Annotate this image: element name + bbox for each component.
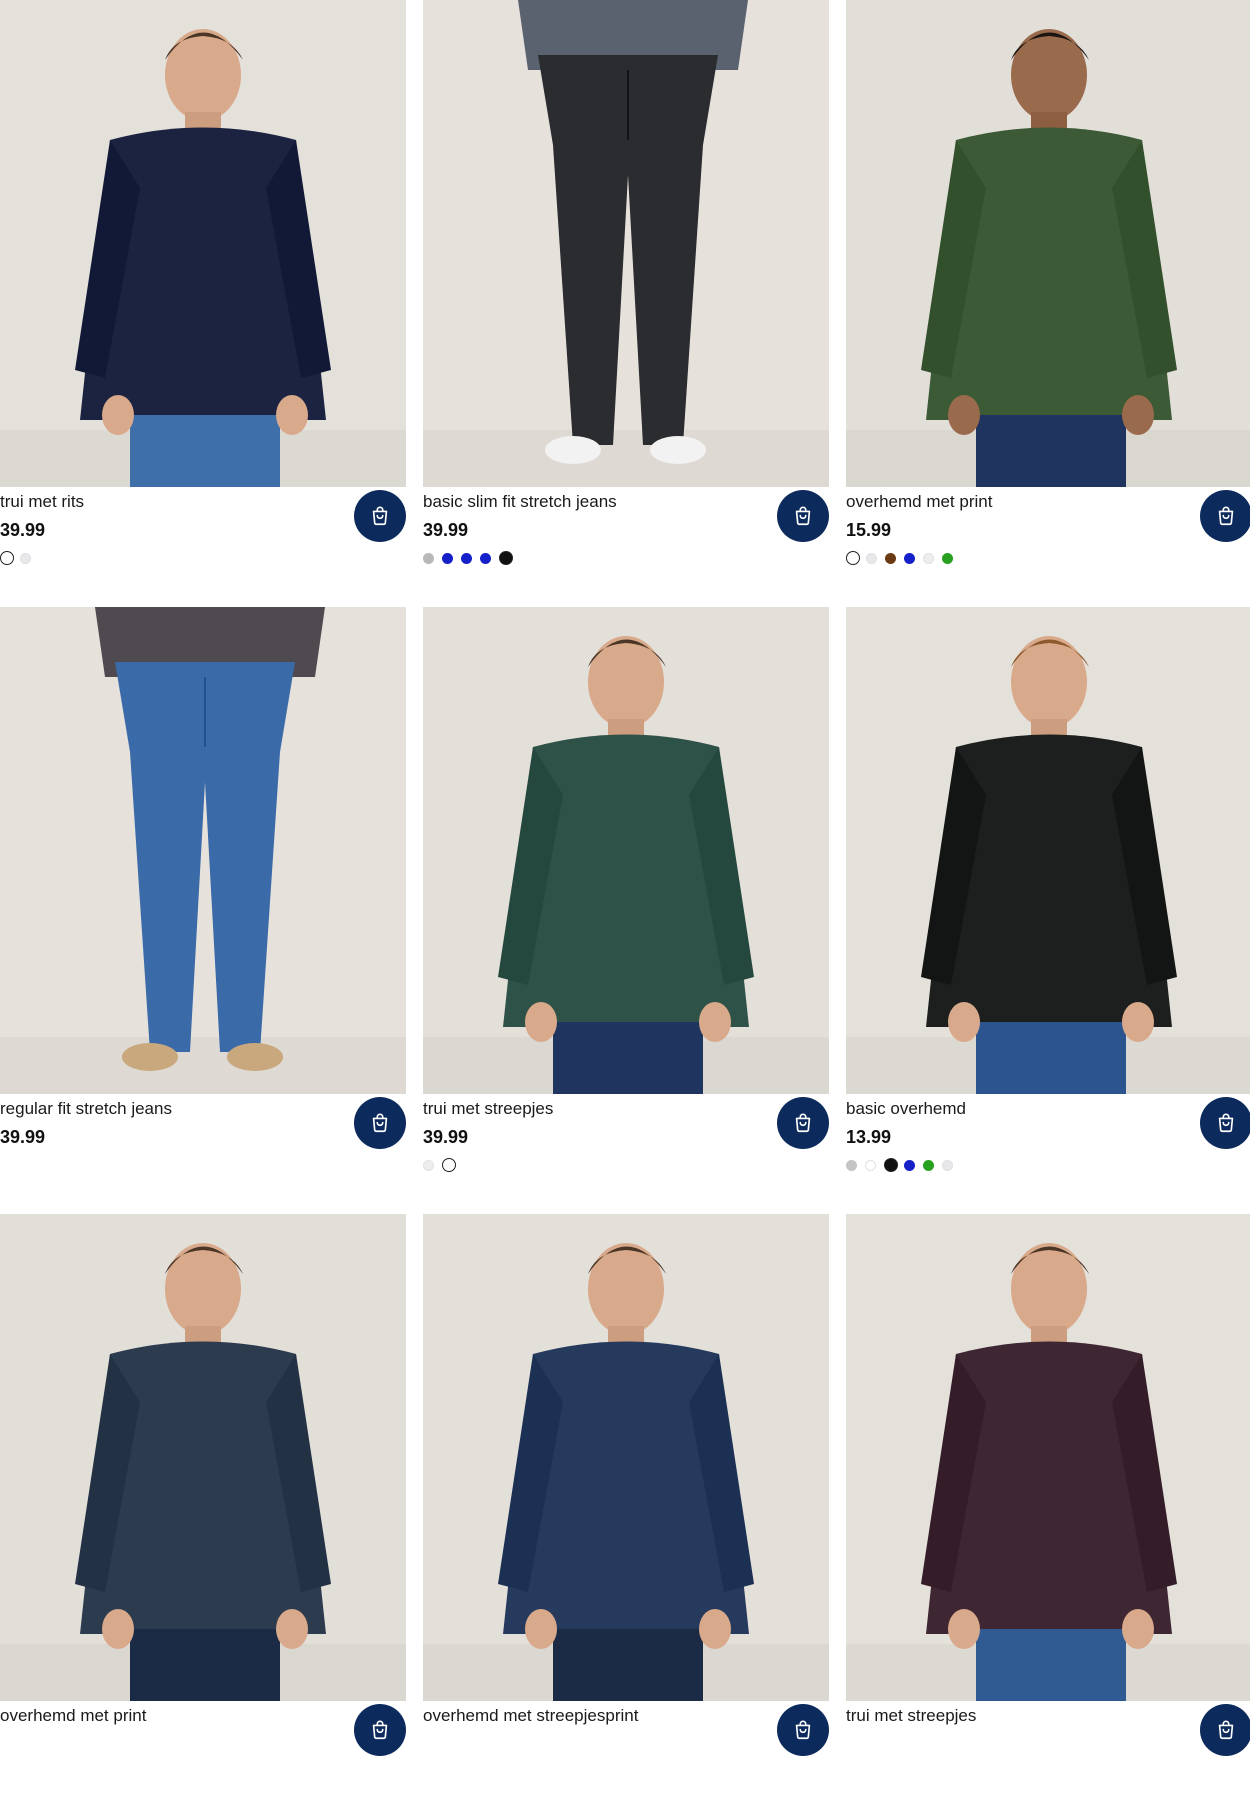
product-price: 13.99: [846, 1127, 892, 1147]
color-swatch[interactable]: [499, 551, 513, 565]
product-card[interactable]: trui met streepjes: [846, 1214, 1250, 1814]
color-swatch[interactable]: [423, 1159, 434, 1171]
color-swatch[interactable]: [923, 552, 934, 564]
product-price: 39.99: [0, 1127, 46, 1147]
product-card[interactable]: trui met streepjes 39.99: [423, 607, 829, 1207]
color-swatch[interactable]: [942, 1159, 953, 1171]
color-swatches: [846, 1158, 961, 1172]
product-card[interactable]: trui met rits 39.99: [0, 0, 406, 600]
color-swatch[interactable]: [904, 1159, 915, 1171]
color-swatch[interactable]: [846, 1159, 857, 1171]
color-swatches: [423, 551, 519, 565]
product-title[interactable]: overhemd met print: [846, 492, 992, 512]
color-swatch[interactable]: [866, 552, 877, 564]
add-to-cart-button[interactable]: [777, 1704, 829, 1756]
product-grid: trui met rits 39.99 basic slim fit stret…: [0, 0, 1250, 1756]
product-price: 39.99: [423, 520, 469, 540]
shopping-bag-icon: [1218, 1720, 1234, 1740]
add-to-cart-button[interactable]: [1200, 1097, 1250, 1149]
color-swatch[interactable]: [884, 1158, 898, 1172]
model-image: [846, 607, 1250, 1094]
model-image: [846, 1214, 1250, 1701]
color-swatch[interactable]: [480, 552, 491, 564]
product-title[interactable]: basic slim fit stretch jeans: [423, 492, 617, 512]
product-photo[interactable]: [423, 607, 829, 1094]
add-to-cart-button[interactable]: [354, 490, 406, 542]
product-photo[interactable]: [423, 1214, 829, 1701]
color-swatch[interactable]: [942, 552, 953, 564]
model-image: [423, 607, 829, 1094]
add-to-cart-button[interactable]: [1200, 1704, 1250, 1756]
model-image: [846, 0, 1250, 487]
color-swatch[interactable]: [923, 1159, 934, 1171]
product-title[interactable]: basic overhemd: [846, 1099, 966, 1119]
shopping-bag-icon: [372, 1113, 388, 1133]
product-card[interactable]: overhemd met streepjesprint: [423, 1214, 829, 1814]
add-to-cart-button[interactable]: [1200, 490, 1250, 542]
product-title[interactable]: trui met rits: [0, 492, 84, 512]
color-swatches: [846, 551, 961, 565]
product-photo[interactable]: [423, 0, 829, 487]
color-swatch[interactable]: [442, 552, 453, 564]
product-price: 39.99: [423, 1127, 469, 1147]
shopping-bag-icon: [795, 1720, 811, 1740]
shopping-bag-icon: [372, 506, 388, 526]
model-image: [0, 0, 406, 487]
model-image: [423, 1214, 829, 1701]
model-image: [0, 1214, 406, 1701]
product-price: 39.99: [0, 520, 46, 540]
add-to-cart-button[interactable]: [777, 490, 829, 542]
color-swatch[interactable]: [442, 1158, 456, 1172]
product-card[interactable]: basic slim fit stretch jeans 39.99: [423, 0, 829, 600]
product-photo[interactable]: [0, 607, 406, 1094]
color-swatch[interactable]: [846, 551, 860, 565]
product-title[interactable]: trui met streepjes: [846, 1706, 976, 1726]
product-photo[interactable]: [0, 0, 406, 487]
color-swatches: [423, 1158, 462, 1172]
product-card[interactable]: overhemd met print 15.99: [846, 0, 1250, 600]
shopping-bag-icon: [1218, 506, 1234, 526]
shopping-bag-icon: [372, 1720, 388, 1740]
model-image: [0, 607, 406, 1094]
add-to-cart-button[interactable]: [354, 1704, 406, 1756]
color-swatch[interactable]: [461, 552, 472, 564]
product-photo[interactable]: [846, 1214, 1250, 1701]
color-swatch[interactable]: [423, 552, 434, 564]
product-card[interactable]: overhemd met print: [0, 1214, 406, 1814]
product-price: 15.99: [846, 520, 892, 540]
add-to-cart-button[interactable]: [354, 1097, 406, 1149]
product-photo[interactable]: [0, 1214, 406, 1701]
add-to-cart-button[interactable]: [777, 1097, 829, 1149]
color-swatch[interactable]: [904, 552, 915, 564]
color-swatch[interactable]: [885, 552, 896, 564]
product-title[interactable]: overhemd met print: [0, 1706, 146, 1726]
product-photo[interactable]: [846, 607, 1250, 1094]
model-image: [423, 0, 829, 487]
product-title[interactable]: overhemd met streepjesprint: [423, 1706, 638, 1726]
shopping-bag-icon: [795, 1113, 811, 1133]
product-title[interactable]: regular fit stretch jeans: [0, 1099, 172, 1119]
shopping-bag-icon: [1218, 1113, 1234, 1133]
product-title[interactable]: trui met streepjes: [423, 1099, 553, 1119]
color-swatch[interactable]: [0, 551, 14, 565]
color-swatch[interactable]: [20, 552, 31, 564]
product-photo[interactable]: [846, 0, 1250, 487]
product-card[interactable]: regular fit stretch jeans 39.99: [0, 607, 406, 1207]
shopping-bag-icon: [795, 506, 811, 526]
product-card[interactable]: basic overhemd 13.99: [846, 607, 1250, 1207]
color-swatches: [0, 551, 39, 565]
color-swatch[interactable]: [865, 1159, 876, 1171]
